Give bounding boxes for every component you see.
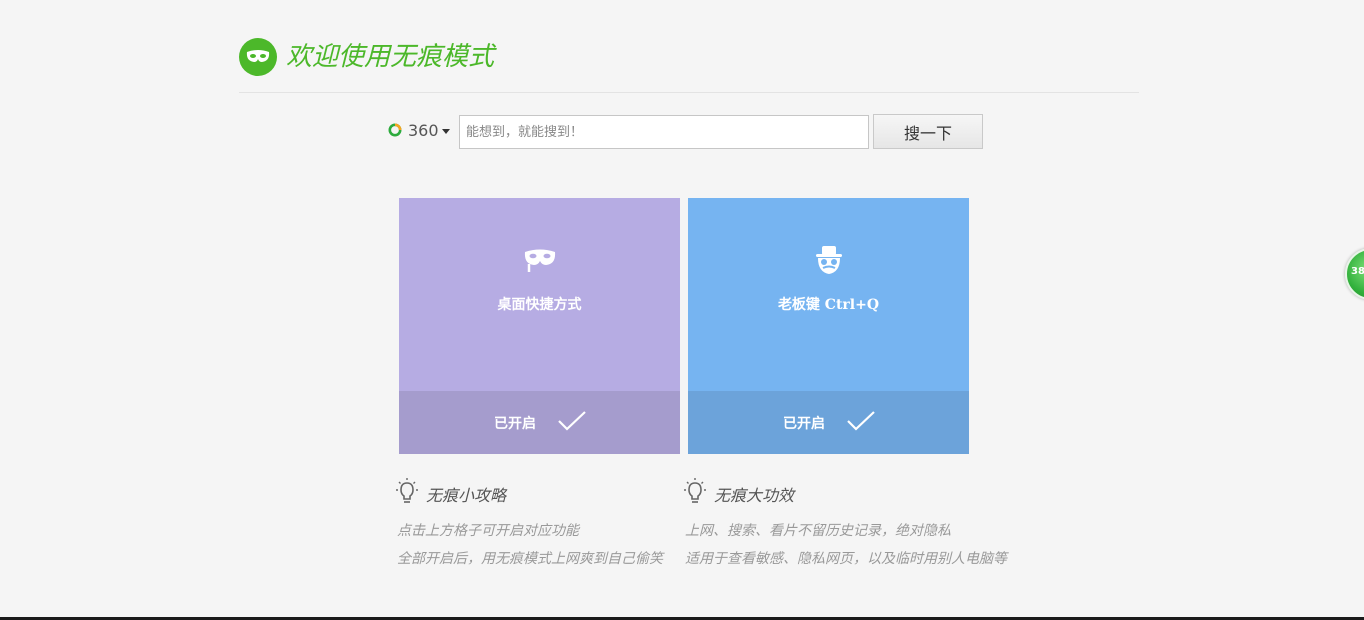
tips-line: 全部开启后，用无痕模式上网爽到自己偷笑	[397, 551, 663, 567]
tile-boss-key[interactable]: 老板键 Ctrl+Q 已开启	[688, 198, 969, 454]
checkmark-icon	[558, 411, 586, 431]
tile-status-bar: 已开启	[399, 391, 680, 454]
search-input[interactable]	[459, 115, 869, 149]
tips-title: 无痕大功效	[714, 486, 795, 505]
tile-status-bar: 已开启	[688, 391, 969, 454]
tile-status-label: 已开启	[494, 416, 536, 432]
page-header: 欢迎使用无痕模式	[239, 38, 1139, 93]
mask-icon	[524, 249, 556, 272]
floating-accelerator-ball[interactable]: 38	[1345, 248, 1364, 300]
search-bar: 360 搜一下	[387, 114, 987, 150]
checkmark-icon	[847, 411, 875, 431]
lightbulb-icon	[396, 478, 418, 503]
search-engine-selector[interactable]: 360	[387, 120, 453, 142]
tile-desktop-shortcut[interactable]: 桌面快捷方式 已开启	[399, 198, 680, 454]
tips-line: 上网、搜索、看片不留历史记录，绝对隐私	[685, 523, 951, 539]
tips-line: 点击上方格子可开启对应功能	[397, 523, 579, 539]
search-engine-label: 360	[408, 121, 439, 140]
tile-label: 桌面快捷方式	[497, 297, 582, 313]
360-logo-icon	[388, 123, 402, 137]
tips-line: 适用于查看敏感、隐私网页，以及临时用别人电脑等	[685, 551, 1007, 567]
incognito-logo-icon	[239, 38, 277, 76]
tips-title: 无痕小攻略	[426, 486, 507, 505]
page-title: 欢迎使用无痕模式	[286, 42, 495, 72]
float-ball-text: 38	[1351, 266, 1364, 277]
tile-label: 老板键 Ctrl+Q	[777, 297, 880, 313]
search-button[interactable]: 搜一下	[873, 114, 983, 149]
spy-icon	[816, 246, 842, 274]
chevron-down-icon	[442, 129, 450, 134]
tile-status-label: 已开启	[783, 416, 825, 432]
lightbulb-icon	[684, 478, 706, 503]
